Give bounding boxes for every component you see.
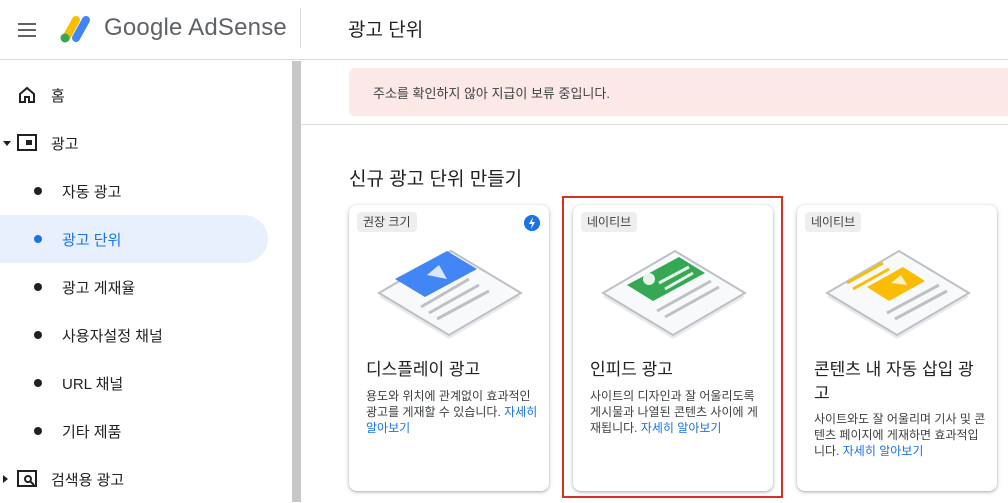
- native-chip: 네이티브: [581, 212, 638, 232]
- search-ads-icon: [17, 470, 37, 487]
- brand-name: Google AdSense: [104, 14, 287, 41]
- sidebar-item-ad-balance[interactable]: 광고 게재율: [0, 263, 268, 311]
- home-icon: [19, 86, 35, 103]
- sidebar-item-url-channels[interactable]: URL 채널: [0, 359, 268, 407]
- card-description: 사이트와도 잘 어울리며 기사 및 콘텐츠 페이지에 게재하면 효과적입니다. …: [814, 412, 986, 458]
- header-divider: [300, 8, 301, 48]
- card-title: 콘텐츠 내 자동 삽입 광고: [814, 360, 974, 403]
- sidebar-scrollbar[interactable]: [292, 61, 301, 502]
- card-description: 용도와 위치에 관계없이 효과적인 광고를 게재할 수 있습니다. 자세히 알아…: [366, 389, 538, 435]
- sidebar-item-label: 광고 단위: [62, 231, 122, 249]
- card-title: 디스플레이 광고: [366, 360, 481, 379]
- sidebar-item-ads[interactable]: 광고: [0, 119, 268, 167]
- top-app-bar: Google AdSense 광고 단위: [0, 0, 1008, 60]
- sidebar-item-label: 자동 광고: [62, 183, 122, 201]
- sidebar-item-other-products[interactable]: 기타 제품: [0, 407, 268, 455]
- section-title: 신규 광고 단위 만들기: [349, 169, 523, 190]
- payment-hold-alert: 주소를 확인하지 않아 지급이 보류 중입니다.: [349, 68, 1008, 116]
- sidebar-item-search-ads[interactable]: 검색용 광고: [0, 455, 268, 503]
- in-feed-ad-illustration: [601, 249, 747, 339]
- display-ad-card[interactable]: 권장 크기 디스플레이 광고 용도와 위치에 관계없이 효과적인 광고를 게재할…: [349, 205, 549, 491]
- recommended-size-chip: 권장 크기: [357, 212, 417, 232]
- content-divider: [301, 124, 1008, 125]
- card-title: 인피드 광고: [590, 360, 673, 379]
- bullet-icon: [34, 331, 42, 339]
- sidebar: 홈 광고 자동 광고 광고 단위 광고 게재율 사용자설정 채널 URL 채널 …: [0, 61, 292, 502]
- bullet-icon: [34, 283, 42, 291]
- sidebar-item-label: 기타 제품: [62, 423, 122, 441]
- bullet-icon: [34, 187, 42, 195]
- adsense-logo-icon: [60, 16, 90, 43]
- alert-text: 주소를 확인하지 않아 지급이 보류 중입니다.: [373, 86, 610, 101]
- chevron-down-icon[interactable]: [3, 141, 11, 146]
- native-chip: 네이티브: [805, 212, 862, 232]
- in-article-ad-card[interactable]: 네이티브 콘텐츠 내 자동 삽입 광고 사이트와도 잘 어울리며 기사 및 콘텐…: [797, 205, 997, 491]
- card-description: 사이트의 디자인과 잘 어울리도록 게시물과 나열된 콘텐츠 사이에 게재됩니다…: [590, 389, 758, 435]
- in-article-ad-illustration: [825, 249, 971, 339]
- bolt-icon: [524, 215, 540, 231]
- sidebar-item-label: 사용자설정 채널: [62, 327, 163, 345]
- learn-more-link[interactable]: 자세히 알아보기: [843, 444, 924, 458]
- ads-icon: [17, 134, 37, 151]
- sidebar-item-label: URL 채널: [62, 375, 124, 393]
- in-feed-ad-card[interactable]: 네이티브 인피드 광고 사이트의 디자인과 잘 어울리도록 게시물과 나열된 콘…: [573, 205, 773, 491]
- sidebar-item-label: 홈: [51, 87, 65, 105]
- chevron-right-icon[interactable]: [3, 475, 8, 483]
- display-ad-illustration: [377, 249, 523, 339]
- sidebar-item-custom-channels[interactable]: 사용자설정 채널: [0, 311, 268, 359]
- sidebar-item-home[interactable]: 홈: [0, 71, 268, 119]
- sidebar-item-label: 광고: [51, 135, 79, 153]
- learn-more-link[interactable]: 자세히 알아보기: [641, 421, 722, 435]
- bullet-icon: [34, 379, 42, 387]
- page-title: 광고 단위: [348, 20, 424, 41]
- menu-icon[interactable]: [14, 17, 40, 43]
- sidebar-item-label: 광고 게재율: [62, 279, 136, 297]
- bullet-icon: [34, 427, 42, 435]
- sidebar-item-auto-ads[interactable]: 자동 광고: [0, 167, 268, 215]
- sidebar-item-label: 검색용 광고: [51, 471, 125, 489]
- main-content: 주소를 확인하지 않아 지급이 보류 중입니다. 신규 광고 단위 만들기 권장…: [301, 61, 1008, 502]
- bullet-icon: [34, 235, 42, 243]
- sidebar-item-ad-units[interactable]: 광고 단위: [0, 215, 268, 263]
